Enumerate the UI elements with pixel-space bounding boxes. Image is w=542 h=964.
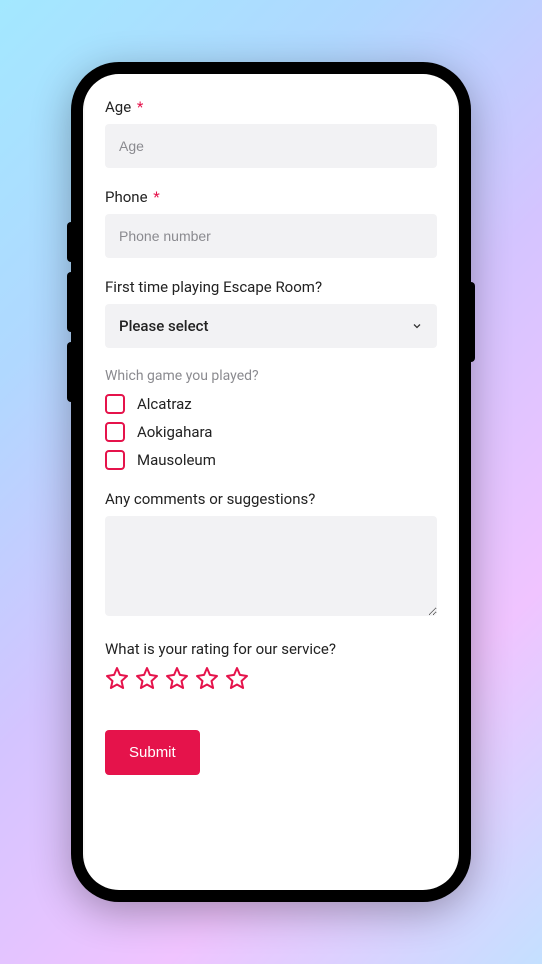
age-label: Age * <box>105 98 437 116</box>
star-icon[interactable] <box>135 666 159 690</box>
star-icon[interactable] <box>195 666 219 690</box>
first-time-select[interactable]: Please select <box>105 304 437 348</box>
checkbox[interactable] <box>105 422 125 442</box>
games-field: Which game you played? Alcatraz Aokigahar… <box>105 368 437 470</box>
select-value: Please select <box>119 317 411 335</box>
checkbox[interactable] <box>105 394 125 414</box>
phone-frame: Age * Phone * First time playing Escape … <box>71 62 471 902</box>
phone-label: Phone * <box>105 188 437 206</box>
rating-field: What is your rating for our service? <box>105 640 437 690</box>
age-input[interactable] <box>105 124 437 168</box>
checkbox[interactable] <box>105 450 125 470</box>
checkbox-label: Alcatraz <box>137 395 192 413</box>
rating-label: What is your rating for our service? <box>105 640 437 658</box>
rating-stars <box>105 666 437 690</box>
checkbox-row-aokigahara[interactable]: Aokigahara <box>105 422 437 442</box>
submit-button[interactable]: Submit <box>105 730 200 775</box>
chevron-down-icon <box>411 320 423 332</box>
checkbox-label: Mausoleum <box>137 451 216 469</box>
phone-screen: Age * Phone * First time playing Escape … <box>83 74 459 890</box>
first-time-label: First time playing Escape Room? <box>105 278 437 296</box>
games-label: Which game you played? <box>105 368 437 384</box>
star-icon[interactable] <box>165 666 189 690</box>
star-icon[interactable] <box>225 666 249 690</box>
first-time-field: First time playing Escape Room? Please s… <box>105 278 437 348</box>
checkbox-label: Aokigahara <box>137 423 212 441</box>
comments-label: Any comments or suggestions? <box>105 490 437 508</box>
age-field: Age * <box>105 98 437 168</box>
comments-field: Any comments or suggestions? <box>105 490 437 620</box>
form: Age * Phone * First time playing Escape … <box>85 74 457 890</box>
checkbox-row-mausoleum[interactable]: Mausoleum <box>105 450 437 470</box>
checkbox-row-alcatraz[interactable]: Alcatraz <box>105 394 437 414</box>
phone-input[interactable] <box>105 214 437 258</box>
comments-textarea[interactable] <box>105 516 437 616</box>
star-icon[interactable] <box>105 666 129 690</box>
phone-field: Phone * <box>105 188 437 258</box>
